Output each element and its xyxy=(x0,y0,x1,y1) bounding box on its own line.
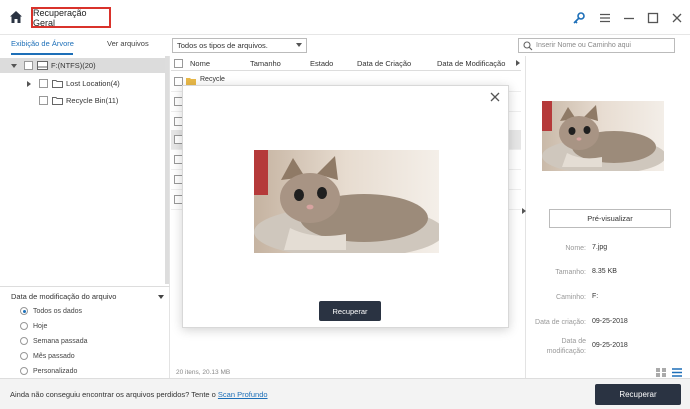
preview-dialog: Recuperar xyxy=(182,85,509,328)
meta-label-size: Tamanho: xyxy=(555,269,586,276)
date-option-label: Hoje xyxy=(33,322,48,330)
dialog-recover-button[interactable]: Recuperar xyxy=(319,301,381,321)
scroll-columns-icon[interactable] xyxy=(516,60,520,66)
meta-value-modified: 09-25-2018 xyxy=(592,342,628,349)
tree-checkbox[interactable] xyxy=(39,96,48,105)
radio-button[interactable] xyxy=(20,307,28,315)
column-header-created[interactable]: Data de Criação xyxy=(357,59,411,68)
recover-button[interactable]: Recuperar xyxy=(595,384,681,405)
folder-icon xyxy=(52,80,63,88)
deep-scan-link[interactable]: Scan Profundo xyxy=(218,390,268,399)
date-option-last-month[interactable]: Mês passado xyxy=(20,350,75,362)
meta-value-size: 8.35 KB xyxy=(592,268,617,275)
search-icon xyxy=(523,41,533,51)
date-option-label: Todos os dados xyxy=(33,307,83,315)
tree-item-lost-location[interactable]: Lost Location(4) xyxy=(0,76,168,91)
close-icon[interactable] xyxy=(490,92,500,102)
radio-button[interactable] xyxy=(20,337,28,345)
date-option-today[interactable]: Hoje xyxy=(20,320,47,332)
minimize-icon[interactable] xyxy=(622,11,636,25)
bottom-prompt: Ainda não conseguiu encontrar os arquivo… xyxy=(10,390,268,399)
meta-label-name: Nome: xyxy=(565,245,586,252)
title-bar: Recuperação Geral xyxy=(0,0,690,35)
row-name: Recycle xyxy=(200,76,225,83)
meta-label-created: Data de criação: xyxy=(535,319,586,326)
file-type-filter-value: Todos os tipos de arquivos. xyxy=(177,41,268,50)
meta-value-created: 09-25-2018 xyxy=(592,318,628,325)
column-header-modified[interactable]: Data de Modificação xyxy=(437,59,505,68)
radio-button[interactable] xyxy=(20,367,28,375)
tree-item-label: Lost Location(4) xyxy=(66,79,120,88)
date-filter-panel: Data de modificação do arquivo Todos os … xyxy=(0,286,170,378)
preview-panel: Pré-visualizar Nome: 7.jpg Tamanho: 8.35… xyxy=(525,56,690,378)
folder-icon xyxy=(52,97,63,105)
meta-value-path: F: xyxy=(592,293,599,300)
bottom-prompt-text: Ainda não conseguiu encontrar os arquivo… xyxy=(10,390,218,399)
tree-item-drive[interactable]: F:(NTFS)(20) xyxy=(0,58,168,73)
status-summary: 20 itens, 20.13 MB xyxy=(176,369,231,376)
folder-icon xyxy=(186,78,196,85)
date-option-last-week[interactable]: Semana passada xyxy=(20,335,87,347)
meta-label-modified: Data de modificação: xyxy=(546,338,586,355)
key-icon[interactable] xyxy=(572,11,586,25)
tree-scrollbar[interactable] xyxy=(165,56,169,284)
menu-icon[interactable] xyxy=(598,11,612,25)
chevron-down-icon[interactable] xyxy=(11,63,17,68)
bottom-bar: Ainda não conseguiu encontrar os arquivo… xyxy=(0,378,690,409)
chevron-right-icon[interactable] xyxy=(27,80,31,87)
file-type-filter[interactable]: Todos os tipos de arquivos. xyxy=(172,38,307,53)
tree-checkbox[interactable] xyxy=(24,61,33,70)
tree-item-label: Recycle Bin(11) xyxy=(66,96,119,105)
preview-image xyxy=(254,150,439,253)
date-option-all[interactable]: Todos os dados xyxy=(20,305,82,317)
maximize-icon[interactable] xyxy=(646,11,660,25)
search-input[interactable]: Inserir Nome ou Caminho aqui xyxy=(518,38,675,53)
table-header: Nome Tamanho Estado Data de Criação Data… xyxy=(171,56,521,71)
select-all-checkbox[interactable] xyxy=(174,59,183,68)
column-header-status[interactable]: Estado xyxy=(310,59,333,68)
chevron-down-icon[interactable] xyxy=(158,295,164,299)
close-icon[interactable] xyxy=(670,11,684,25)
column-header-name[interactable]: Nome xyxy=(190,59,210,68)
tab-file-view[interactable]: Ver arquivos xyxy=(107,39,149,48)
chevron-down-icon xyxy=(296,43,302,47)
date-filter-header: Data de modificação do arquivo xyxy=(11,292,117,301)
search-placeholder: Inserir Nome ou Caminho aqui xyxy=(536,42,631,49)
date-option-label: Personalizado xyxy=(33,367,78,375)
date-option-label: Mês passado xyxy=(33,352,75,360)
meta-value-name: 7.jpg xyxy=(592,244,608,251)
tab-tree-view[interactable]: Exibição de Árvore xyxy=(11,39,74,48)
date-option-label: Semana passada xyxy=(33,337,88,345)
active-tab-indicator xyxy=(11,53,73,55)
preview-thumbnail xyxy=(542,101,664,171)
home-icon[interactable] xyxy=(9,10,23,24)
drive-icon xyxy=(37,61,48,70)
radio-button[interactable] xyxy=(20,322,28,330)
preview-button[interactable]: Pré-visualizar xyxy=(549,209,671,228)
column-header-size[interactable]: Tamanho xyxy=(250,59,281,68)
tree-checkbox[interactable] xyxy=(39,79,48,88)
page-title: Recuperação Geral xyxy=(31,7,111,28)
meta-label-path: Caminho: xyxy=(556,294,586,301)
date-option-custom[interactable]: Personalizado xyxy=(20,365,77,377)
view-tabs: Exibição de Árvore Ver arquivos xyxy=(0,35,170,55)
tree-item-label: F:(NTFS)(20) xyxy=(51,61,96,70)
tree-item-recycle-bin[interactable]: Recycle Bin(11) xyxy=(0,93,168,108)
radio-button[interactable] xyxy=(20,352,28,360)
collapse-preview-icon[interactable] xyxy=(522,208,526,214)
